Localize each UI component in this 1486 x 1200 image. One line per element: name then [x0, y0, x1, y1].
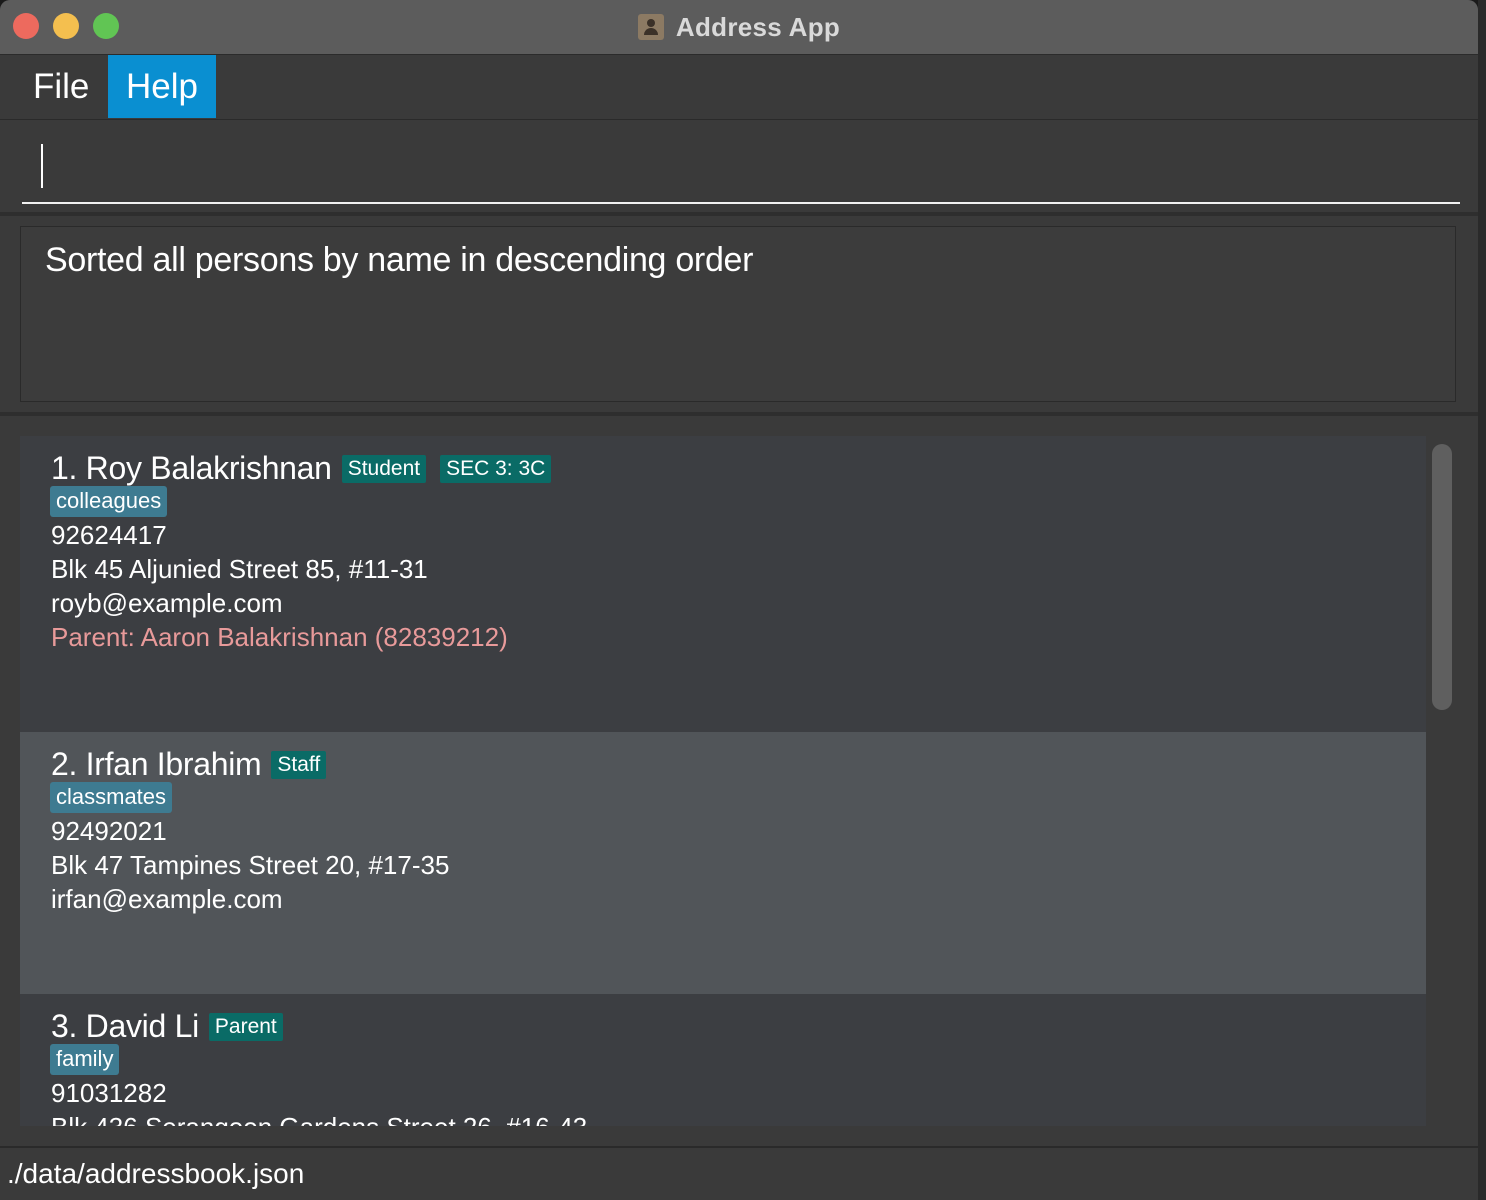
list-scrollbar[interactable] — [1428, 436, 1458, 1126]
name-row: 3. David Li Parent — [51, 1008, 289, 1045]
title-bar: Address App — [0, 0, 1478, 55]
role-tag: Parent — [208, 1012, 283, 1041]
title-group: Address App — [0, 0, 1478, 54]
command-box-area — [0, 120, 1478, 212]
menu-help[interactable]: Help — [108, 55, 216, 118]
group-tag: colleagues — [50, 486, 168, 517]
person-phone: 91031282 — [51, 1078, 167, 1108]
class-tag: SEC 3: 3C — [440, 454, 552, 483]
status-bar: ./data/addressbook.json — [0, 1146, 1478, 1200]
role-tag: Student — [341, 454, 427, 483]
save-location: ./data/addressbook.json — [7, 1158, 305, 1189]
person-name: 3. David Li — [51, 1008, 199, 1044]
person-list[interactable]: 1. Roy Balakrishnan Student SEC 3: 3C co… — [20, 436, 1426, 1126]
person-address: Blk 47 Tampines Street 20, #17-35 — [51, 850, 450, 880]
person-address: Blk 45 Aljunied Street 85, #11-31 — [51, 554, 428, 584]
person-address: Blk 436 Serangoon Gardens Street 26, #16… — [51, 1112, 587, 1126]
menu-file[interactable]: File — [15, 55, 107, 118]
person-card-david[interactable]: 3. David Li Parent family 91031282 Blk 4… — [20, 994, 1426, 1126]
person-name: 2. Irfan Ibrahim — [51, 746, 262, 782]
person-email: royb@example.com — [51, 588, 283, 618]
person-card-roy[interactable]: 1. Roy Balakrishnan Student SEC 3: 3C co… — [20, 436, 1426, 732]
group-tag: family — [50, 1044, 120, 1075]
address-book-icon — [637, 14, 664, 40]
result-display: Sorted all persons by name in descending… — [20, 226, 1456, 402]
person-phone: 92492021 — [51, 816, 167, 846]
person-list-panel: 1. Roy Balakrishnan Student SEC 3: 3C co… — [0, 416, 1478, 1146]
group-tag: classmates — [50, 782, 173, 813]
name-row: 2. Irfan Ibrahim Staff — [51, 746, 332, 783]
window-title: Address App — [675, 11, 841, 42]
person-name: 1. Roy Balakrishnan — [51, 450, 332, 486]
name-row: 1. Roy Balakrishnan Student SEC 3: 3C — [51, 450, 557, 487]
command-input[interactable] — [22, 140, 1460, 204]
background-strip — [1478, 0, 1486, 1200]
menu-bar: File Help — [0, 55, 1478, 120]
text-caret — [41, 144, 43, 188]
person-email: irfan@example.com — [51, 884, 283, 914]
result-message: Sorted all persons by name in descending… — [45, 241, 754, 279]
scroll-thumb[interactable] — [1432, 444, 1452, 710]
result-display-area: Sorted all persons by name in descending… — [0, 216, 1478, 412]
person-parent: Parent: Aaron Balakrishnan (82839212) — [51, 622, 508, 652]
app-window: Address App File Help Sorted all persons… — [0, 0, 1478, 1200]
person-phone: 92624417 — [51, 520, 167, 550]
person-card-irfan[interactable]: 2. Irfan Ibrahim Staff classmates 924920… — [20, 732, 1426, 994]
role-tag: Staff — [271, 750, 327, 779]
